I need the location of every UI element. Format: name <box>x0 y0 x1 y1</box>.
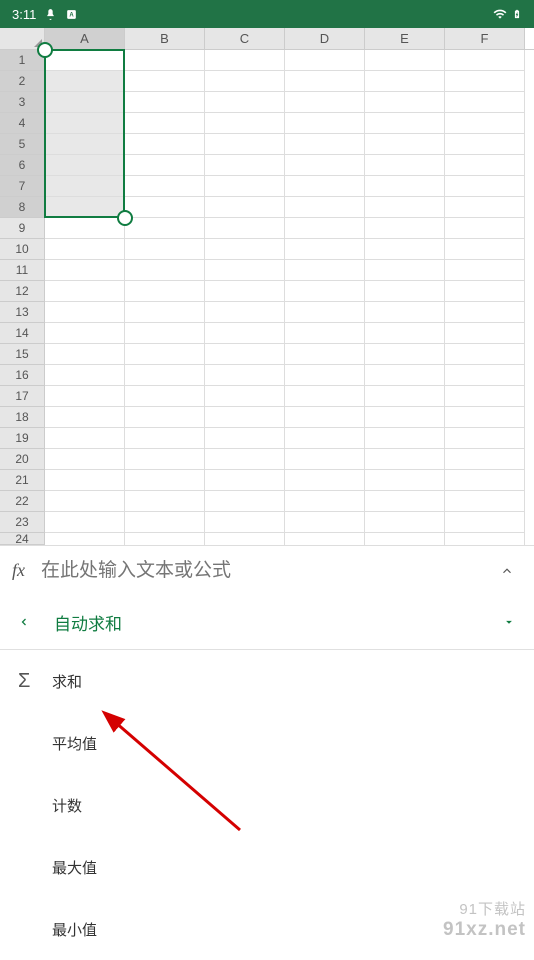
notification-icon <box>44 8 57 21</box>
watermark-line2: 91xz.net <box>443 919 526 942</box>
svg-text:A: A <box>70 12 75 18</box>
col-header-a[interactable]: A <box>45 28 125 49</box>
row-header[interactable]: 11 <box>0 260 45 281</box>
column-headers: A B C D E F <box>0 28 534 50</box>
chevron-down-icon[interactable] <box>502 615 516 629</box>
row-header[interactable]: 4 <box>0 113 45 134</box>
app-badge-icon: A <box>65 8 78 21</box>
menu-item-average[interactable]: 平均值 <box>0 712 534 774</box>
row-header[interactable]: 10 <box>0 239 45 260</box>
row-header[interactable]: 12 <box>0 281 45 302</box>
selection-handle-top[interactable] <box>37 42 53 58</box>
row-header[interactable]: 8 <box>0 197 45 218</box>
menu-item-label: 计数 <box>52 795 82 816</box>
row-header[interactable]: 18 <box>0 407 45 428</box>
fx-label[interactable]: fx <box>12 560 25 581</box>
col-header-e[interactable]: E <box>365 28 445 49</box>
row-header[interactable]: 14 <box>0 323 45 344</box>
formula-bar: fx <box>0 545 534 595</box>
row-header[interactable]: 2 <box>0 71 45 92</box>
row-headers: 1 2 3 4 5 6 7 8 9 10 11 12 13 14 15 16 1… <box>0 50 45 545</box>
wifi-icon <box>492 7 508 21</box>
status-bar: 3:11 A <box>0 0 534 28</box>
back-icon[interactable] <box>18 614 54 630</box>
row-header[interactable]: 23 <box>0 512 45 533</box>
row-header[interactable]: 16 <box>0 365 45 386</box>
row-header[interactable]: 24 <box>0 533 45 545</box>
row-header[interactable]: 22 <box>0 491 45 512</box>
row-header[interactable]: 3 <box>0 92 45 113</box>
col-header-f[interactable]: F <box>445 28 525 49</box>
menu-item-label: 平均值 <box>52 733 97 754</box>
spreadsheet: A B C D E F 1 2 3 4 5 6 7 8 9 10 11 12 1… <box>0 28 534 545</box>
cell-grid[interactable] <box>45 50 525 545</box>
row-header[interactable]: 9 <box>0 218 45 239</box>
status-time: 3:11 <box>12 7 36 22</box>
battery-icon <box>512 6 522 22</box>
row-header[interactable]: 6 <box>0 155 45 176</box>
menu-title: 自动求和 <box>54 610 122 635</box>
formula-input[interactable] <box>41 560 492 582</box>
row-header[interactable]: 17 <box>0 386 45 407</box>
row-header[interactable]: 7 <box>0 176 45 197</box>
row-header[interactable]: 20 <box>0 449 45 470</box>
row-header[interactable]: 13 <box>0 302 45 323</box>
menu-header: 自动求和 <box>0 595 534 649</box>
row-header[interactable]: 15 <box>0 344 45 365</box>
menu-item-label: 求和 <box>52 671 82 692</box>
row-header[interactable]: 21 <box>0 470 45 491</box>
menu-item-sum[interactable]: Σ 求和 <box>0 650 534 712</box>
row-header[interactable]: 19 <box>0 428 45 449</box>
sigma-icon: Σ <box>18 670 52 693</box>
col-header-b[interactable]: B <box>125 28 205 49</box>
menu-item-max[interactable]: 最大值 <box>0 836 534 898</box>
row-header[interactable]: 5 <box>0 134 45 155</box>
expand-icon[interactable] <box>492 564 522 578</box>
menu-item-label: 最小值 <box>52 919 97 940</box>
menu-item-count[interactable]: 计数 <box>0 774 534 836</box>
col-header-c[interactable]: C <box>205 28 285 49</box>
watermark: 91下载站 91xz.net <box>443 901 526 942</box>
selection-handle-bottom[interactable] <box>117 210 133 226</box>
col-header-d[interactable]: D <box>285 28 365 49</box>
menu-item-label: 最大值 <box>52 857 97 878</box>
watermark-line1: 91下载站 <box>443 901 526 919</box>
